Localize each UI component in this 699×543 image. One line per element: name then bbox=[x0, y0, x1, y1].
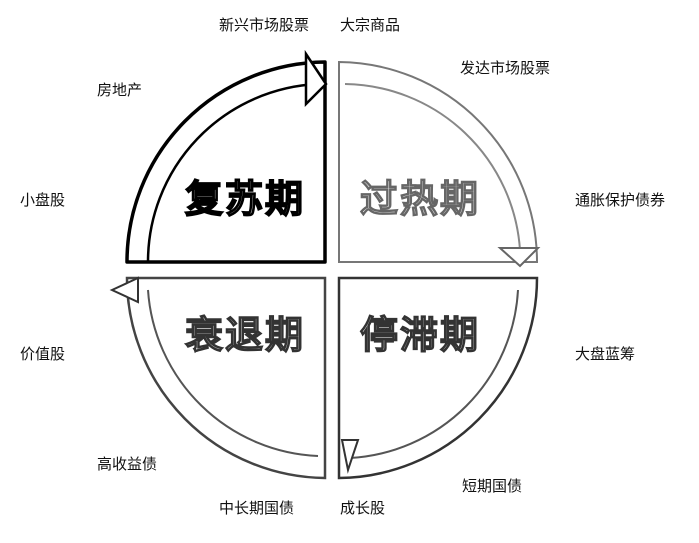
phase-label-overheat: 过热期 bbox=[360, 176, 480, 221]
asset-high-yield: 高收益债 bbox=[97, 455, 158, 473]
quadrant-recession bbox=[125, 276, 327, 480]
asset-large-cap-blue-chips: 大盘蓝筹 bbox=[575, 345, 636, 363]
asset-commodities: 大宗商品 bbox=[340, 16, 401, 34]
asset-emerging-stocks: 新兴市场股票 bbox=[219, 16, 310, 34]
asset-developed-stocks: 发达市场股票 bbox=[460, 59, 551, 77]
asset-mid-long-treasuries: 中长期国债 bbox=[219, 499, 295, 517]
quadrant-recovery bbox=[125, 60, 327, 264]
phase-label-stagflation: 停滞期 bbox=[360, 312, 480, 357]
quadrant-stagflation bbox=[337, 276, 539, 480]
phase-label-recovery: 复苏期 bbox=[185, 176, 305, 221]
phase-label-recession: 衰退期 bbox=[185, 312, 305, 357]
asset-growth-stocks: 成长股 bbox=[340, 499, 386, 517]
asset-inflation-protected-bonds: 通胀保护债券 bbox=[575, 191, 666, 209]
asset-real-estate: 房地产 bbox=[97, 81, 143, 99]
asset-short-term-treasuries: 短期国债 bbox=[462, 477, 523, 495]
asset-value-stocks: 价值股 bbox=[20, 345, 66, 363]
asset-small-caps: 小盘股 bbox=[20, 191, 66, 209]
quadrant-overheat bbox=[338, 60, 539, 263]
arrow-recession-head bbox=[109, 276, 139, 304]
